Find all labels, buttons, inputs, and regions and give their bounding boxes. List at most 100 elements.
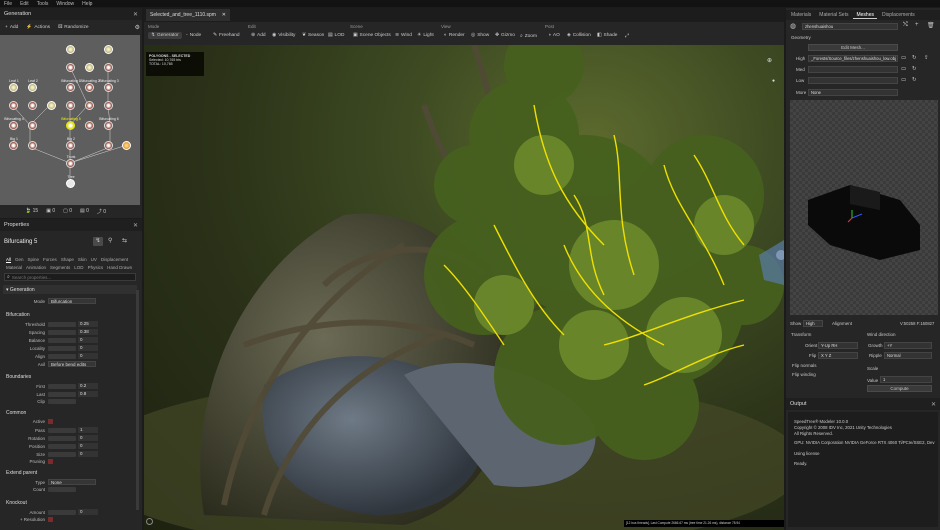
pass-slider[interactable] bbox=[48, 427, 76, 433]
flip-winding-label[interactable]: Flip winding bbox=[792, 372, 816, 377]
season-button[interactable]: ❦ Season bbox=[299, 32, 327, 39]
gizmo-button[interactable]: ✥ Gizmo bbox=[492, 32, 518, 39]
generator-mode-button[interactable]: ↯ Generator bbox=[148, 32, 182, 39]
reload-icon[interactable]: ↻ bbox=[912, 55, 917, 61]
graph-node[interactable] bbox=[104, 141, 113, 150]
flip-dropdown[interactable]: X Y Z bbox=[818, 352, 858, 359]
graph-node[interactable] bbox=[28, 121, 37, 130]
scale-value-input[interactable]: 1 bbox=[880, 376, 932, 383]
tab-displacements[interactable]: Displacements bbox=[879, 12, 918, 18]
graph-node[interactable] bbox=[85, 121, 94, 130]
settings-icon[interactable]: ⤢ bbox=[622, 32, 632, 40]
tab-lod[interactable]: LOD bbox=[74, 265, 83, 270]
position-value[interactable]: 0 bbox=[78, 443, 98, 449]
active-checkbox[interactable] bbox=[48, 419, 53, 424]
resolution-checkbox[interactable] bbox=[48, 517, 53, 522]
light-gizmo-icon[interactable]: ● bbox=[772, 78, 775, 84]
graph-node[interactable] bbox=[9, 141, 18, 150]
locality-slider[interactable] bbox=[48, 345, 76, 351]
tab-displacement[interactable]: Displacement bbox=[101, 257, 128, 262]
orient-dropdown[interactable]: Y-Up RH bbox=[818, 342, 858, 349]
search-input[interactable] bbox=[11, 274, 122, 280]
compute-button[interactable]: Compute bbox=[867, 385, 932, 392]
edit-mesh-button[interactable]: Edit Mesh... bbox=[808, 44, 898, 51]
zoom-button[interactable]: ⌕ Zoom bbox=[517, 32, 540, 40]
graph-node[interactable] bbox=[85, 63, 94, 72]
pin-icon[interactable]: ⚲ bbox=[108, 237, 112, 244]
add-mesh-icon[interactable]: + bbox=[915, 22, 919, 28]
mesh-preview[interactable] bbox=[790, 100, 938, 315]
add-node-button[interactable]: + Add bbox=[2, 24, 21, 31]
position-slider[interactable] bbox=[48, 443, 76, 449]
locality-value[interactable]: 0 bbox=[78, 345, 98, 351]
graph-node[interactable] bbox=[104, 101, 113, 110]
tab-materials[interactable]: Materials bbox=[788, 12, 814, 18]
graph-node[interactable] bbox=[104, 45, 113, 54]
tab-hand-drawn[interactable]: Hand Drawn bbox=[107, 265, 132, 270]
tab-all[interactable]: All bbox=[6, 257, 11, 262]
menu-help[interactable]: Help bbox=[82, 1, 92, 7]
align-value[interactable]: 0 bbox=[78, 353, 98, 359]
align-slider[interactable] bbox=[48, 353, 76, 359]
axis-gizmo-icon[interactable] bbox=[146, 518, 153, 525]
graph-node[interactable] bbox=[85, 83, 94, 92]
graph-node-selected[interactable] bbox=[66, 121, 75, 130]
menu-tools[interactable]: Tools bbox=[37, 1, 49, 7]
amount-value[interactable]: 0 bbox=[78, 509, 98, 515]
show-button[interactable]: ◎ Show bbox=[468, 32, 492, 39]
graph-node[interactable] bbox=[9, 101, 18, 110]
lod-low-path[interactable] bbox=[808, 77, 898, 84]
reload-icon[interactable]: ↻ bbox=[912, 66, 917, 72]
graph-node[interactable] bbox=[66, 83, 75, 92]
document-tab[interactable]: Selected_and_tree_1110.spm ✕ bbox=[146, 9, 230, 21]
tab-spine[interactable]: Spine bbox=[28, 257, 40, 262]
menu-edit[interactable]: Edit bbox=[20, 1, 29, 7]
menu-file[interactable]: File bbox=[4, 1, 12, 7]
tab-forces[interactable]: Forces bbox=[43, 257, 57, 262]
rotation-slider[interactable] bbox=[48, 435, 76, 441]
close-icon[interactable]: ✕ bbox=[133, 11, 138, 18]
tab-shape[interactable]: Shape bbox=[61, 257, 74, 262]
folder-icon[interactable]: ▭ bbox=[901, 77, 906, 83]
render-button[interactable]: ◐ Render bbox=[441, 32, 468, 39]
last-slider[interactable] bbox=[48, 391, 76, 397]
lod-med-path[interactable] bbox=[808, 66, 898, 73]
graph-node[interactable] bbox=[66, 45, 75, 54]
threshold-value[interactable]: 0.25 bbox=[78, 321, 98, 327]
first-slider[interactable] bbox=[48, 383, 76, 389]
pass-value[interactable]: 1 bbox=[78, 427, 98, 433]
close-icon[interactable]: ✕ bbox=[222, 12, 226, 18]
export-icon[interactable]: ⇪ bbox=[924, 55, 929, 61]
visibility-button[interactable]: ◉ Visibility bbox=[269, 32, 298, 39]
graph-node[interactable] bbox=[104, 63, 113, 72]
rotation-value[interactable]: 0 bbox=[78, 435, 98, 441]
generator-mode-icon[interactable]: ↯ bbox=[93, 237, 103, 246]
mesh-name-dropdown[interactable]: zhenshuaishou bbox=[802, 23, 898, 30]
graph-node[interactable] bbox=[9, 83, 18, 92]
scene-objects-button[interactable]: ▣ Scene Objects bbox=[350, 32, 394, 39]
count-slider[interactable] bbox=[48, 487, 76, 492]
light-button[interactable]: ☀ Light bbox=[414, 32, 437, 39]
balance-slider[interactable] bbox=[48, 337, 76, 343]
actions-button[interactable]: ⚡ Actions bbox=[23, 24, 53, 31]
axil-dropdown[interactable]: Before bend edits bbox=[48, 361, 96, 367]
graph-node[interactable] bbox=[28, 141, 37, 150]
graph-node[interactable] bbox=[104, 121, 113, 130]
last-value[interactable]: 0.8 bbox=[78, 391, 98, 397]
collision-button[interactable]: ◈ Collision bbox=[564, 32, 594, 39]
properties-scrollbar[interactable] bbox=[136, 290, 139, 510]
tab-segments[interactable]: Segments bbox=[50, 265, 70, 270]
freehand-mode-button[interactable]: ✎ Freehand bbox=[210, 32, 243, 39]
folder-icon[interactable]: ▭ bbox=[901, 66, 906, 72]
reload-icon[interactable]: ↻ bbox=[912, 77, 917, 83]
more-dropdown[interactable]: None bbox=[808, 89, 898, 96]
graph-node-tree[interactable] bbox=[66, 179, 75, 188]
graph-node-trunk[interactable] bbox=[66, 159, 75, 168]
gear-icon[interactable]: ⚙ bbox=[135, 24, 140, 31]
show-dropdown[interactable]: High bbox=[803, 320, 823, 327]
type-dropdown[interactable]: None bbox=[48, 479, 96, 485]
shuffle-icon[interactable]: ⤭ bbox=[903, 22, 908, 29]
first-value[interactable]: 0.2 bbox=[78, 383, 98, 389]
wind-button[interactable]: ≋ Wind bbox=[392, 32, 415, 39]
graph-node[interactable] bbox=[47, 101, 56, 110]
